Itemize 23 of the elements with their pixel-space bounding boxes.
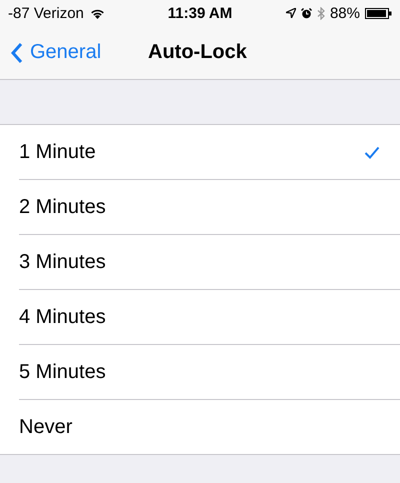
option-row[interactable]: 3 Minutes — [19, 235, 400, 290]
option-label: Never — [19, 416, 72, 438]
back-button[interactable]: General — [10, 41, 102, 64]
option-row[interactable]: 5 Minutes — [19, 345, 400, 400]
option-label: 2 Minutes — [19, 196, 106, 218]
bluetooth-icon — [316, 6, 325, 20]
carrier-text: -87 Verizon — [8, 4, 84, 22]
option-label: 1 Minute — [19, 140, 96, 164]
chevron-left-icon — [10, 42, 23, 64]
screen-title: Auto-Lock — [148, 41, 247, 64]
option-row[interactable]: 1 Minute — [19, 125, 400, 180]
option-row[interactable]: Never — [19, 400, 400, 454]
option-label: 5 Minutes — [19, 360, 106, 384]
option-label: 4 Minutes — [19, 306, 106, 328]
wifi-icon — [90, 8, 105, 18]
alarm-clock-icon — [300, 8, 312, 18]
battery-percent-text: 88% — [330, 4, 360, 22]
option-row[interactable]: 2 Minutes — [19, 180, 400, 235]
option-row[interactable]: 4 Minutes — [19, 290, 400, 345]
clock-text: 11:39 AM — [168, 4, 232, 22]
location-arrow-icon — [286, 8, 296, 18]
battery-icon — [365, 8, 392, 18]
option-label: 3 Minutes — [19, 250, 106, 274]
